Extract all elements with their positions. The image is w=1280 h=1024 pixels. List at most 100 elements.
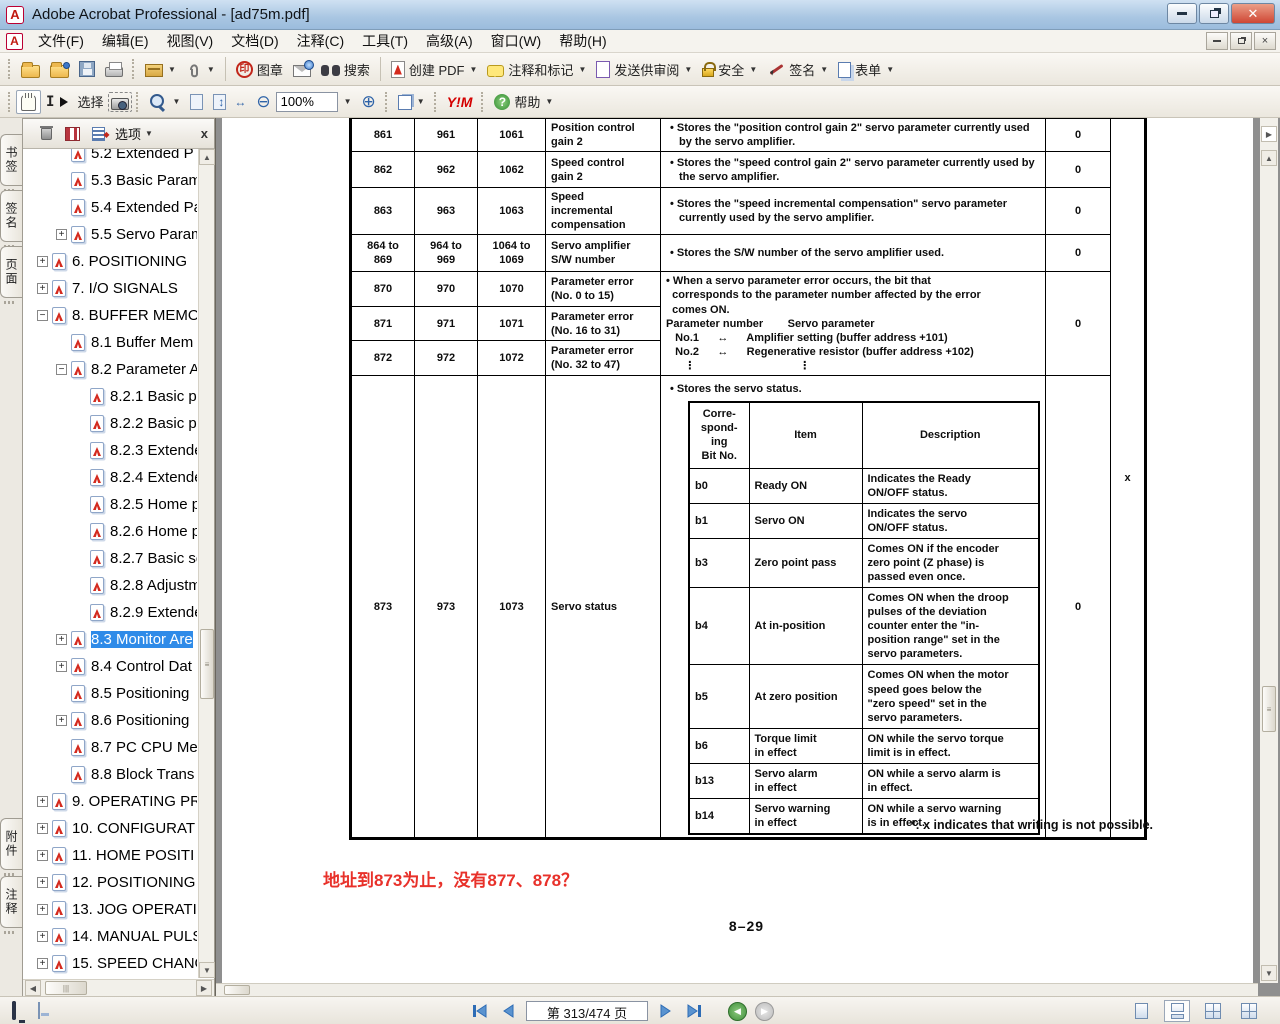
- bookmark-item[interactable]: +8.1 Buffer Mem: [25, 329, 197, 356]
- nav-tab-top-3[interactable]: 页面: [0, 246, 22, 298]
- stamp-button[interactable]: 印图章: [231, 57, 288, 82]
- bookmark-expander-icon[interactable]: +: [37, 796, 48, 807]
- restore-button[interactable]: [1199, 3, 1229, 24]
- menu-item[interactable]: 文件(F): [29, 29, 93, 53]
- bookmark-item[interactable]: −8. BUFFER MEMO: [25, 302, 197, 329]
- fit-width-button[interactable]: ↔: [229, 92, 251, 112]
- bookmark-item[interactable]: +5.3 Basic Param: [25, 167, 197, 194]
- zoom-in-button[interactable]: ⊕: [357, 90, 381, 113]
- previous-page-button[interactable]: [498, 1001, 518, 1021]
- open-button[interactable]: [16, 58, 45, 81]
- doc-minimize-button[interactable]: [1206, 32, 1228, 50]
- bookmark-item[interactable]: +11. HOME POSITI: [25, 842, 197, 869]
- screen-mode-button[interactable]: [12, 1003, 16, 1018]
- document-system-menu-icon[interactable]: A: [6, 33, 23, 50]
- snapshot-tool-button[interactable]: [108, 92, 132, 112]
- menu-item[interactable]: 文档(D): [222, 29, 287, 53]
- yahoo-messenger-button[interactable]: Y!M: [442, 91, 478, 113]
- comments-markup-button[interactable]: 注释和标记▼: [482, 57, 591, 82]
- hscrollbar-thumb[interactable]: [224, 985, 250, 995]
- options-menu-button[interactable]: 选项▼: [115, 124, 153, 143]
- toolbar-grip[interactable]: [385, 92, 389, 112]
- bookmark-item[interactable]: +8.2.4 Extende: [25, 464, 197, 491]
- last-page-button[interactable]: [684, 1001, 704, 1021]
- facing-button[interactable]: [1236, 1000, 1262, 1022]
- scroll-down-button[interactable]: ▼: [199, 962, 215, 978]
- zoom-out-button[interactable]: ⊖: [251, 90, 275, 113]
- email-button[interactable]: [288, 58, 316, 80]
- red-annotation-text[interactable]: 地址到873为止，没有877、878？: [323, 866, 578, 891]
- bookmark-item[interactable]: +8.2.1 Basic pa: [25, 383, 197, 410]
- scroll-up-button[interactable]: ▲: [199, 149, 215, 165]
- forms-button[interactable]: 表单▼: [833, 57, 899, 82]
- bookmark-expander-icon[interactable]: +: [37, 283, 48, 294]
- print-button[interactable]: [100, 58, 128, 80]
- organizer-button[interactable]: ▼: [140, 58, 181, 80]
- bookmark-item[interactable]: +8.2.8 Adjustm: [25, 572, 197, 599]
- nav-tab-bottom-2[interactable]: 注释: [0, 876, 22, 928]
- toolbar-grip[interactable]: [434, 92, 438, 112]
- hand-tool-button[interactable]: [16, 90, 41, 114]
- scroll-right-button[interactable]: ▶: [196, 980, 212, 996]
- scrollbar-thumb[interactable]: ≡: [1262, 686, 1276, 732]
- bookmark-expander-icon[interactable]: +: [37, 904, 48, 915]
- nav-tab-top-2[interactable]: 签名: [0, 190, 22, 242]
- bookmark-item[interactable]: +5.4 Extended Pa: [25, 194, 197, 221]
- bookmark-item[interactable]: +8.6 Positioning: [25, 707, 197, 734]
- menu-item[interactable]: 视图(V): [158, 29, 223, 53]
- bookmark-item[interactable]: +8.2.5 Home p: [25, 491, 197, 518]
- scrollbar-thumb[interactable]: ≡: [200, 629, 214, 699]
- bookmark-item[interactable]: +10. CONFIGURAT: [25, 815, 197, 842]
- bookmark-item[interactable]: +8.7 PC CPU Mem: [25, 734, 197, 761]
- scroll-down-button[interactable]: ▼: [1261, 965, 1277, 981]
- next-page-button[interactable]: [656, 1001, 676, 1021]
- page-size-button[interactable]: [38, 1003, 40, 1018]
- doc-restore-button[interactable]: [1230, 32, 1252, 50]
- bookmark-item[interactable]: +8.8 Block Trans: [25, 761, 197, 788]
- bookmark-expander-icon[interactable]: +: [37, 256, 48, 267]
- bookmark-expander-icon[interactable]: +: [37, 877, 48, 888]
- page-display-button[interactable]: ▼: [393, 90, 430, 113]
- minimize-button[interactable]: [1167, 3, 1197, 24]
- scroll-left-button[interactable]: ◀: [25, 980, 41, 996]
- save-button[interactable]: [74, 58, 100, 80]
- security-button[interactable]: 安全▼: [697, 57, 762, 82]
- bookmark-item[interactable]: +9. OPERATING PR: [25, 788, 197, 815]
- menu-item[interactable]: 工具(T): [353, 29, 417, 53]
- delete-bookmark-button[interactable]: [37, 125, 55, 143]
- document-hscrollbar[interactable]: [216, 983, 1258, 996]
- bookmark-item[interactable]: +6. POSITIONING: [25, 248, 197, 275]
- bookmark-item[interactable]: +7. I/O SIGNALS: [25, 275, 197, 302]
- bookmark-expander-icon[interactable]: +: [56, 634, 67, 645]
- toolbar-grip[interactable]: [8, 92, 12, 112]
- bookmark-item[interactable]: +8.2.9 Extende: [25, 599, 197, 626]
- zoom-dropdown-button[interactable]: ▼: [338, 94, 357, 109]
- bookmark-item[interactable]: +8.2.7 Basic se: [25, 545, 197, 572]
- bookmarks-hscrollbar[interactable]: ◀ ||| ▶: [23, 979, 214, 996]
- continuous-facing-button[interactable]: [1200, 1000, 1226, 1022]
- close-panel-button[interactable]: x: [201, 126, 208, 141]
- bookmark-item[interactable]: +8.2.6 Home p: [25, 518, 197, 545]
- bookmark-item[interactable]: +13. JOG OPERATI: [25, 896, 197, 923]
- select-tool-button[interactable]: I选择: [41, 89, 108, 114]
- previous-view-button[interactable]: ◀: [728, 1002, 747, 1021]
- bookmark-item[interactable]: +8.4 Control Dat: [25, 653, 197, 680]
- bookmark-expander-icon[interactable]: +: [37, 823, 48, 834]
- search-button[interactable]: 搜索: [316, 57, 375, 82]
- menu-item[interactable]: 注释(C): [288, 29, 353, 53]
- bookmark-item[interactable]: +15. SPEED CHANG: [25, 950, 197, 977]
- document-scrollbar[interactable]: ▶ ▲ ≡ ▼: [1260, 118, 1278, 983]
- pane-options-button[interactable]: ▶: [1261, 126, 1277, 142]
- attach-button[interactable]: ▼: [181, 57, 220, 81]
- close-button[interactable]: ✕: [1231, 3, 1275, 24]
- bookmark-item[interactable]: +5.5 Servo Param: [25, 221, 197, 248]
- menu-item[interactable]: 编辑(E): [93, 29, 158, 53]
- create-pdf-button[interactable]: 创建 PDF▼: [386, 57, 483, 82]
- bookmarks-scrollbar[interactable]: ▲ ≡ ▼: [198, 149, 214, 978]
- bookmark-expander-icon[interactable]: −: [56, 364, 67, 375]
- nav-tab-bottom-1[interactable]: 附件: [0, 818, 22, 870]
- bookmark-expander-icon[interactable]: −: [37, 310, 48, 321]
- zoom-level-input[interactable]: [276, 92, 338, 112]
- expand-current-bookmark-button[interactable]: [63, 125, 81, 143]
- menu-item[interactable]: 窗口(W): [482, 29, 551, 53]
